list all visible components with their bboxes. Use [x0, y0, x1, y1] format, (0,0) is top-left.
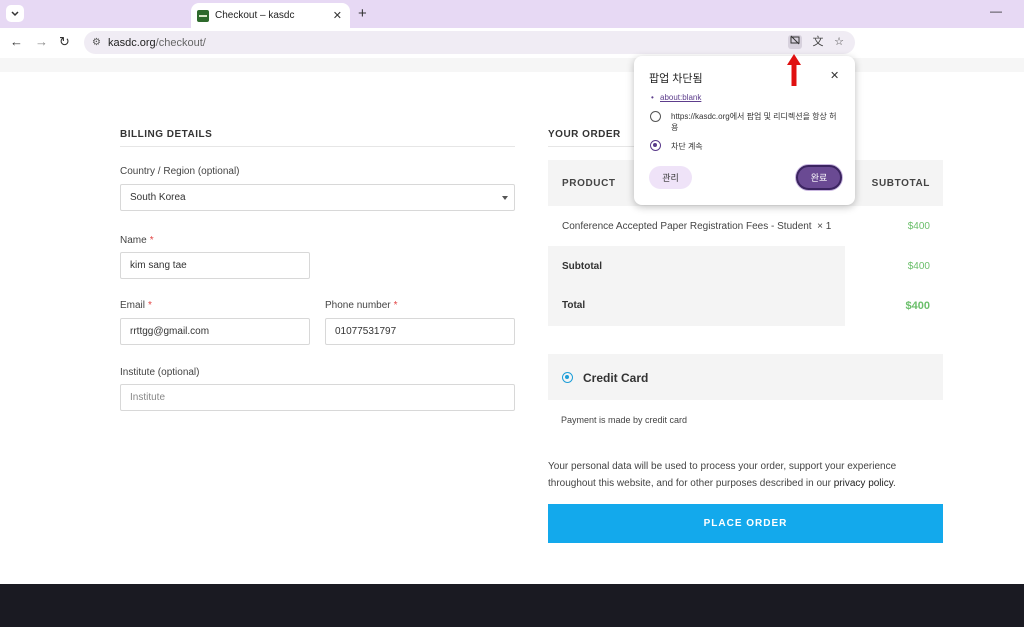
url-host: kasdc.org — [107, 36, 156, 49]
place-order-button[interactable]: PLACE ORDER — [548, 504, 943, 543]
total-value: $400 — [905, 300, 930, 312]
keep-blocking-radio[interactable] — [650, 140, 661, 151]
order-divider — [548, 146, 638, 147]
allow-popups-option-label: https://kasdc.org에서 팝업 및 리디렉션을 항상 허용 — [671, 112, 837, 132]
order-totals — [548, 246, 845, 326]
institute-placeholder: Institute — [130, 392, 166, 403]
order-item-price: $400 — [907, 221, 930, 232]
tab-title: Checkout – kasdc — [215, 10, 295, 21]
done-button[interactable]: 완료 — [796, 165, 842, 190]
payment-description: Payment is made by credit card — [561, 415, 688, 425]
credit-card-radio[interactable] — [562, 372, 573, 383]
billing-details-heading: BILLING DETAILS — [120, 129, 213, 140]
browser-tab-strip: Checkout – kasdc ✕ + — — [0, 0, 1024, 28]
billing-divider — [120, 146, 515, 147]
dropdown-arrow-icon — [502, 196, 508, 200]
required-asterisk: * — [149, 235, 154, 246]
email-label: Email * — [120, 300, 152, 311]
blocked-popup-link[interactable]: about:blank — [651, 93, 701, 102]
country-select[interactable]: South Korea — [120, 184, 515, 211]
browser-tab-checkout[interactable]: Checkout – kasdc ✕ — [191, 3, 350, 28]
product-column-header: PRODUCT — [562, 178, 616, 189]
email-input-value: rrttgg@gmail.com — [130, 326, 210, 337]
subtotal-value: $400 — [907, 261, 930, 272]
order-item-name: Conference Accepted Paper Registration F… — [562, 221, 832, 232]
country-select-value: South Korea — [130, 192, 186, 203]
popup-blocked-dialog: 팝업 차단됨 ✕ about:blank https://kasdc.org에서… — [634, 56, 855, 205]
required-asterisk: * — [148, 300, 152, 311]
reload-icon[interactable]: ↻ — [59, 35, 70, 49]
chevron-down-icon — [11, 10, 19, 16]
privacy-notice: Your personal data will be used to proce… — [548, 461, 897, 489]
name-input-value: kim sang tae — [130, 260, 187, 271]
name-label: Name * — [120, 235, 154, 246]
keep-blocking-option-label: 차단 계속 — [671, 142, 703, 151]
subtotal-column-header: SUBTOTAL — [871, 178, 930, 189]
phone-input[interactable]: 01077531797 — [325, 318, 515, 345]
institute-input[interactable]: Institute — [120, 384, 515, 411]
browser-toolbar: ← → ↻ ⚙ kasdc.org/checkout/ 文 ☆ — [0, 28, 1024, 58]
translate-icon[interactable]: 文 — [811, 35, 825, 49]
name-input[interactable]: kim sang tae — [120, 252, 310, 279]
required-asterisk: * — [393, 300, 398, 311]
annotation-arrow-icon — [787, 54, 801, 86]
privacy-policy-link[interactable]: privacy policy — [834, 478, 893, 489]
page-header-strip — [0, 58, 1024, 72]
order-item-qty: × 1 — [817, 221, 832, 232]
manage-button[interactable]: 관리 — [649, 166, 692, 189]
site-settings-icon[interactable]: ⚙ — [92, 37, 101, 48]
phone-input-value: 01077531797 — [335, 326, 397, 337]
tab-close-icon[interactable]: ✕ — [333, 9, 342, 22]
country-label: Country / Region (optional) — [120, 166, 240, 177]
credit-card-label: Credit Card — [583, 371, 649, 385]
close-icon[interactable]: ✕ — [830, 69, 839, 82]
your-order-heading: YOUR ORDER — [548, 129, 621, 140]
payment-method-credit-card[interactable]: Credit Card — [548, 354, 943, 400]
total-label: Total — [562, 300, 586, 311]
url-path: /checkout/ — [155, 36, 206, 49]
site-favicon-icon — [197, 9, 209, 22]
site-footer — [0, 584, 1024, 627]
popup-blocked-icon[interactable] — [788, 35, 802, 49]
forward-arrow-icon[interactable]: → — [35, 35, 48, 49]
institute-label: Institute (optional) — [120, 367, 200, 378]
allow-popups-radio[interactable] — [650, 111, 661, 122]
window-minimize-button[interactable]: — — [990, 4, 1002, 18]
back-arrow-icon[interactable]: ← — [10, 35, 23, 49]
address-bar[interactable]: ⚙ kasdc.org/checkout/ 文 ☆ — [84, 31, 855, 54]
order-line-item: Conference Accepted Paper Registration F… — [548, 206, 943, 246]
bookmark-star-icon[interactable]: ☆ — [832, 35, 846, 49]
phone-label: Phone number * — [325, 300, 398, 311]
tab-search-button[interactable] — [6, 5, 24, 22]
new-tab-button[interactable]: + — [358, 5, 367, 22]
popup-title: 팝업 차단됨 — [649, 73, 703, 85]
subtotal-label: Subtotal — [562, 261, 602, 272]
email-input[interactable]: rrttgg@gmail.com — [120, 318, 310, 345]
